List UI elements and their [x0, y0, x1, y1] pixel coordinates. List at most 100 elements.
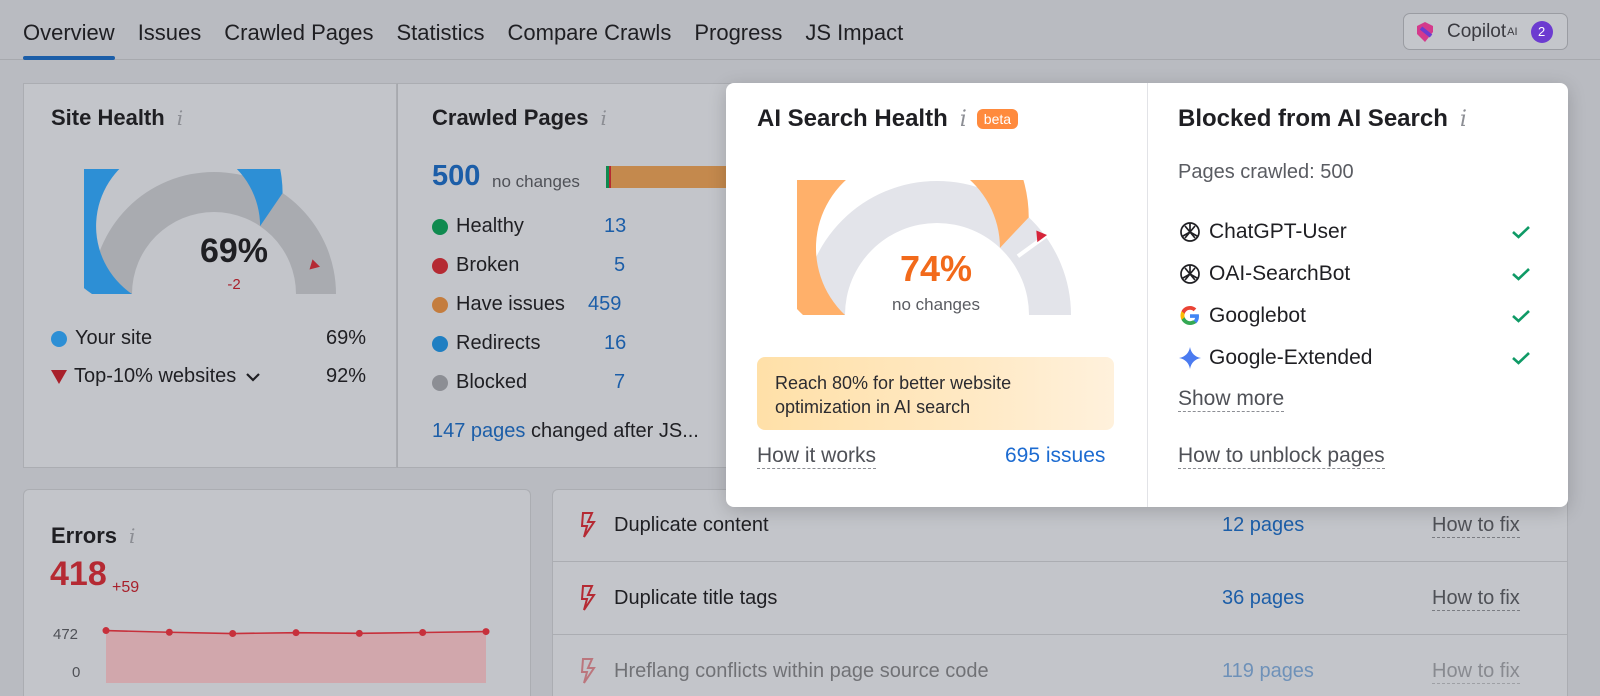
errors-axis-max: 472 — [53, 626, 79, 643]
crawled-total[interactable]: 500 — [432, 160, 480, 193]
pages-crawled-count: Pages crawled: 500 — [1178, 161, 1354, 183]
row-broken[interactable]: Broken — [432, 254, 519, 277]
blocked-title-text: Blocked from AI Search — [1178, 105, 1448, 132]
row-healthy[interactable]: Healthy — [432, 215, 524, 238]
redirects-dot-icon — [432, 335, 448, 352]
crawled-pages-card: Crawled Pages i 500 no changes Healthy 13… — [397, 83, 738, 468]
error-bolt-icon — [580, 585, 596, 611]
issue-pages-link[interactable]: 36 pages — [1222, 587, 1304, 610]
copilot-button[interactable]: Copilot AI 2 — [1403, 13, 1568, 50]
row-redirects-value[interactable]: 16 — [604, 332, 626, 355]
errors-area — [106, 630, 486, 683]
check-icon — [1512, 352, 1530, 365]
errors-point[interactable] — [292, 629, 300, 637]
errors-point[interactable] — [419, 629, 427, 637]
blocked-dot-icon — [432, 374, 448, 391]
errors-point[interactable] — [102, 627, 110, 635]
blocked-title: Blocked from AI Search i — [1178, 105, 1467, 133]
openai-icon — [1180, 264, 1200, 284]
row-have-issues[interactable]: Have issues — [432, 293, 565, 316]
site-health-card: Site Health i 69% -2 Your site 69% Top-10… — [23, 83, 397, 468]
errors-point[interactable] — [355, 629, 363, 637]
issue-name: Duplicate content — [614, 514, 769, 536]
blue-dot-icon — [51, 330, 67, 347]
crawled-pages-title-text: Crawled Pages — [432, 105, 589, 130]
row-redirects-label: Redirects — [456, 332, 541, 354]
copilot-logo-icon — [1417, 21, 1433, 42]
ai-health-title-text: AI Search Health — [757, 105, 948, 132]
tab-statistics[interactable]: Statistics — [396, 0, 484, 60]
tab-compare-crawls[interactable]: Compare Crawls — [508, 0, 672, 60]
bot-row-googlebot: Googlebot — [1178, 304, 1306, 328]
chevron-down-icon — [246, 372, 261, 382]
bot-row-oai-searchbot: OAI-SearchBot — [1178, 262, 1350, 286]
ai-health-tip: Reach 80% for better website optimizatio… — [757, 357, 1114, 430]
row-broken-value[interactable]: 5 — [614, 254, 625, 277]
row-have-issues-value[interactable]: 459 — [588, 293, 621, 316]
info-icon[interactable]: i — [601, 106, 607, 130]
tab-overview[interactable]: Overview — [23, 0, 115, 60]
row-healthy-label: Healthy — [456, 215, 524, 237]
openai-icon — [1180, 222, 1200, 242]
info-icon[interactable]: i — [960, 107, 967, 132]
errors-point[interactable] — [229, 630, 237, 638]
errors-point[interactable] — [165, 628, 173, 636]
legend-top10-value: 92% — [326, 365, 367, 387]
check-icon — [1512, 268, 1530, 281]
issue-row[interactable]: Duplicate title tags 36 pages How to fix — [552, 563, 1568, 635]
how-it-works-link[interactable]: How it works — [757, 444, 877, 469]
js-change-note: 147 pages changed after JS... — [432, 420, 699, 443]
row-blocked-value[interactable]: 7 — [614, 371, 625, 394]
errors-value[interactable]: 418 — [50, 555, 107, 594]
errors-point[interactable] — [482, 628, 490, 636]
tab-js-impact[interactable]: JS Impact — [805, 0, 903, 60]
bot-name: OAI-SearchBot — [1209, 262, 1351, 285]
errors-delta: +59 — [112, 579, 140, 596]
info-icon[interactable]: i — [1460, 107, 1467, 132]
legend-your-site-label: Your site — [75, 327, 153, 349]
legend-your-site-value: 69% — [326, 327, 367, 349]
broken-dot-icon — [432, 257, 448, 274]
issue-name: Duplicate title tags — [614, 587, 778, 609]
top-navigation: Overview Issues Crawled Pages Statistics… — [0, 0, 1600, 60]
tab-crawled-pages[interactable]: Crawled Pages — [224, 0, 373, 60]
crawled-total-note: no changes — [492, 172, 580, 191]
bot-name: Google-Extended — [1209, 346, 1373, 369]
check-icon — [1512, 226, 1530, 239]
crawled-pages-title: Crawled Pages i — [432, 105, 607, 131]
row-redirects[interactable]: Redirects — [432, 332, 540, 355]
how-to-unblock-link[interactable]: How to unblock pages — [1178, 444, 1385, 469]
ai-issues-link[interactable]: 695 issues — [1005, 444, 1105, 468]
how-to-fix-link[interactable]: How to fix — [1432, 514, 1520, 538]
errors-axis-min: 0 — [72, 664, 81, 681]
show-more-link[interactable]: Show more — [1178, 387, 1285, 412]
issue-name: Hreflang conflicts within page source co… — [614, 660, 989, 682]
legend-top10-dropdown[interactable]: Top-10% websites — [51, 365, 261, 388]
site-health-title: Site Health i — [51, 105, 183, 131]
legend-your-site: Your site — [51, 327, 152, 350]
legend-top10-label: Top-10% websites — [74, 365, 237, 387]
bot-row-chatgpt-user: ChatGPT-User — [1178, 220, 1347, 244]
row-blocked-label: Blocked — [456, 371, 528, 393]
how-to-fix-link[interactable]: How to fix — [1432, 587, 1520, 611]
how-to-fix-link[interactable]: How to fix — [1432, 660, 1520, 684]
tab-progress[interactable]: Progress — [694, 0, 782, 60]
js-pages-link[interactable]: 147 pages — [432, 420, 525, 442]
copilot-badge: 2 — [1530, 20, 1553, 43]
row-blocked[interactable]: Blocked — [432, 371, 527, 394]
tab-issues[interactable]: Issues — [138, 0, 202, 60]
errors-trend-chart — [102, 627, 490, 683]
info-icon[interactable]: i — [177, 106, 183, 130]
site-health-value: 69% — [199, 232, 269, 270]
bot-name: Googlebot — [1209, 304, 1306, 327]
issue-row[interactable]: Hreflang conflicts within page source co… — [552, 636, 1568, 696]
issues-dot-icon — [432, 296, 448, 313]
issue-pages-link[interactable]: 119 pages — [1222, 660, 1314, 683]
info-icon[interactable]: i — [129, 524, 135, 548]
check-icon — [1512, 310, 1530, 323]
issue-pages-link[interactable]: 12 pages — [1222, 514, 1304, 537]
ai-health-note: no changes — [892, 295, 980, 314]
errors-title-text: Errors — [51, 523, 118, 548]
tab-bar: Overview Issues Crawled Pages Statistics… — [23, 0, 926, 60]
row-healthy-value[interactable]: 13 — [604, 215, 626, 238]
